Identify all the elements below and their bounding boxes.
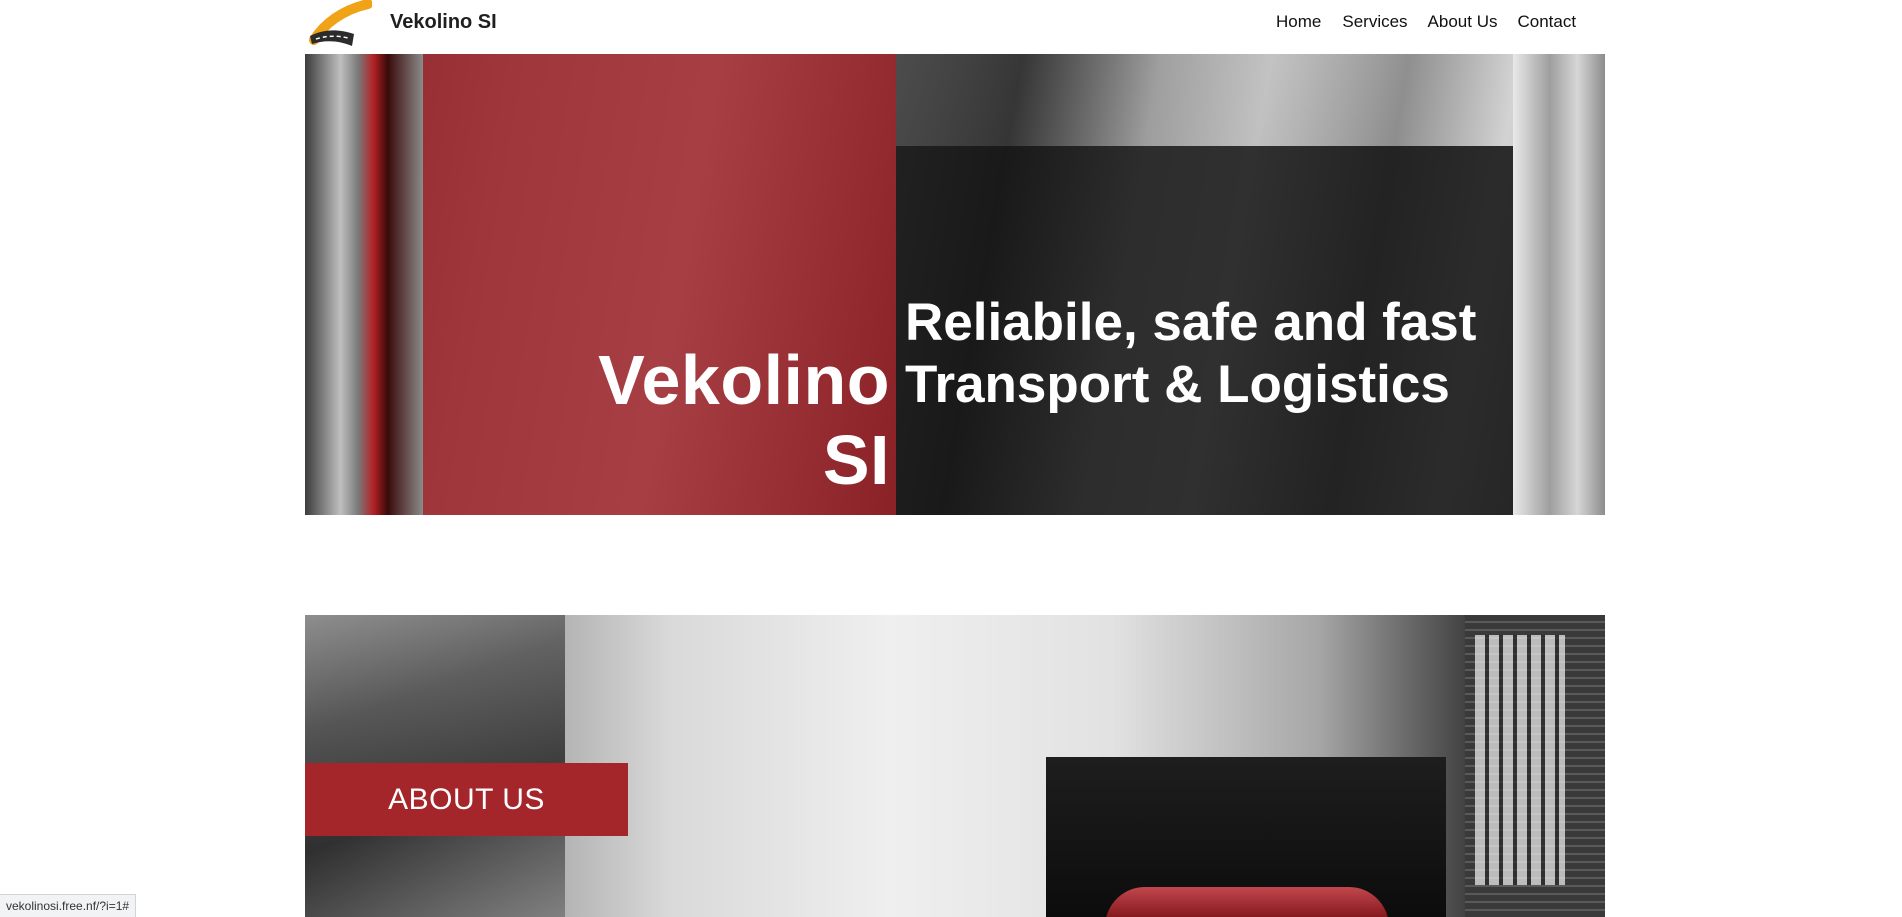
road-logo-icon <box>309 0 373 46</box>
hero-title: Vekolino SI <box>598 341 890 499</box>
hero-truck-windshield <box>896 54 1513 146</box>
hero-subtitle-line-1: Reliabile, safe and fast <box>905 293 1477 352</box>
main-nav: Home Services About Us Contact <box>1276 12 1576 32</box>
hero-subtitle-line-2: Transport & Logistics <box>905 355 1450 414</box>
site-logo[interactable] <box>308 0 373 52</box>
hero-banner: Vekolino SI Reliabile, safe and fast Tra… <box>305 54 1605 515</box>
about-red-truck-image <box>1105 887 1389 917</box>
about-section: ABOUT US <box>305 615 1605 917</box>
about-building-windows <box>1475 635 1565 885</box>
nav-about-us[interactable]: About Us <box>1428 12 1498 32</box>
about-us-heading: ABOUT US <box>305 763 628 836</box>
nav-services[interactable]: Services <box>1342 12 1407 32</box>
nav-contact[interactable]: Contact <box>1517 12 1576 32</box>
hero-subtitle: Reliabile, safe and fast Transport & Log… <box>905 292 1476 416</box>
brand-name[interactable]: Vekolino SI <box>390 11 497 34</box>
hero-truck-image-right <box>1513 54 1605 515</box>
hero-truck-image <box>305 54 423 515</box>
nav-home[interactable]: Home <box>1276 12 1321 32</box>
browser-status-url: vekolinosi.free.nf/?i=1# <box>0 894 137 917</box>
